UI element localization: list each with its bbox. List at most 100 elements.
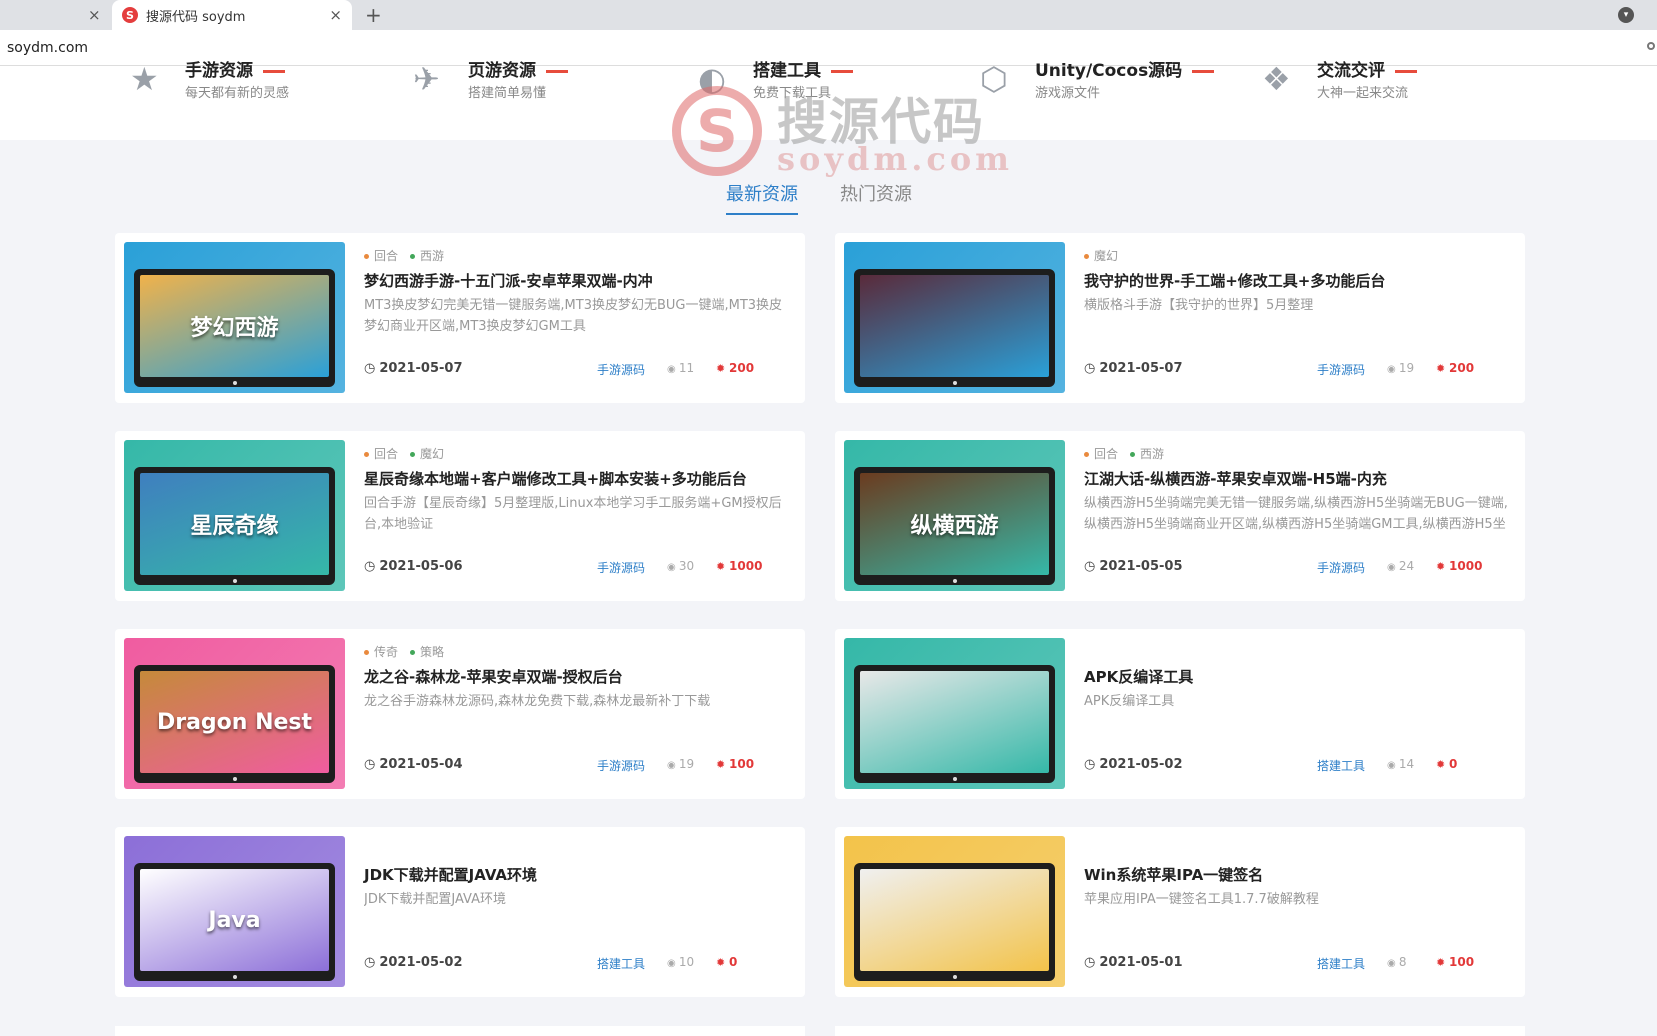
- thumbnail-image: [860, 275, 1049, 377]
- apple-icon: ◐: [698, 60, 726, 98]
- card-tag[interactable]: 回合: [364, 445, 398, 462]
- card-thumbnail[interactable]: [844, 638, 1065, 789]
- card-tags: 魔幻: [1084, 247, 1118, 264]
- card-category[interactable]: 手游源码: [597, 757, 645, 774]
- tablet-frame: 纵横西游: [854, 467, 1055, 585]
- card-views: 14: [1387, 757, 1414, 771]
- thumbnail-image: 梦幻西游: [140, 275, 329, 377]
- category-strip: ★ 手游资源 每天都有新的灵感 ✈ 页游资源 搭建简单易懂 ◐ 搭建工具 免费下…: [0, 60, 1657, 140]
- category-title: 搭建工具: [753, 56, 853, 81]
- card-title[interactable]: APK反编译工具: [1084, 666, 1193, 687]
- card-tag[interactable]: 西游: [1130, 445, 1164, 462]
- card-price: 100: [716, 757, 754, 771]
- home-button-icon: [232, 381, 237, 385]
- card-price: 0: [1436, 757, 1457, 771]
- card-category[interactable]: 搭建工具: [1317, 757, 1365, 774]
- resource-card[interactable]: 纵横西游 回合 西游 江湖大话-纵横西游-苹果安卓双端-H5端-内充 纵横西游H5…: [835, 431, 1525, 601]
- thumbnail-image: [860, 671, 1049, 773]
- card-date: 2021-05-02: [364, 955, 462, 970]
- category-desc: 每天都有新的灵感: [185, 86, 290, 101]
- tab-search-icon[interactable]: ▾: [1618, 7, 1634, 23]
- card-thumbnail[interactable]: [844, 242, 1065, 393]
- card-tag[interactable]: 西游: [410, 247, 444, 264]
- home-button-icon: [952, 579, 957, 583]
- browser-tabbar: × S 搜源代码 soydm × + ▾: [0, 0, 1657, 30]
- thumbnail-image: 星辰奇缘: [140, 473, 329, 575]
- card-category[interactable]: 搭建工具: [597, 955, 645, 972]
- home-button-icon: [232, 975, 237, 979]
- card-description: MT3换皮梦幻完美无错一键服务端,MT3换皮梦幻无BUG一键端,MT3换皮梦幻商…: [364, 298, 783, 334]
- tab-title: 搜源代码 soydm: [146, 9, 246, 25]
- card-title[interactable]: 星辰奇缘本地端+客户端修改工具+脚本安装+多功能后台: [364, 468, 747, 489]
- card-date: 2021-05-06: [364, 559, 462, 574]
- home-button-icon: [952, 975, 957, 979]
- url-text[interactable]: soydm.com: [7, 40, 88, 56]
- card-price: 200: [1436, 361, 1474, 375]
- card-title[interactable]: 江湖大话-纵横西游-苹果安卓双端-H5端-内充: [1084, 468, 1387, 489]
- resource-card-partial: [835, 1026, 1525, 1036]
- card-category[interactable]: 手游源码: [597, 361, 645, 378]
- card-title[interactable]: 龙之谷-森林龙-苹果安卓双端-授权后台: [364, 666, 623, 687]
- home-button-icon: [952, 777, 957, 781]
- thumbnail-image: 纵横西游: [860, 473, 1049, 575]
- category-title: Unity/Cocos源码: [1035, 56, 1214, 81]
- card-price: 200: [716, 361, 754, 375]
- tab-latest-resources[interactable]: 最新资源: [726, 180, 798, 215]
- card-thumbnail[interactable]: Dragon Nest: [124, 638, 345, 789]
- card-category[interactable]: 手游源码: [597, 559, 645, 576]
- card-tag[interactable]: 策略: [410, 643, 444, 660]
- card-thumbnail[interactable]: 梦幻西游: [124, 242, 345, 393]
- new-tab-button[interactable]: +: [365, 3, 382, 27]
- resource-card[interactable]: Dragon Nest 传奇 策略 龙之谷-森林龙-苹果安卓双端-授权后台 龙之谷…: [115, 629, 805, 799]
- card-category[interactable]: 手游源码: [1317, 361, 1365, 378]
- category-title: 页游资源: [468, 56, 568, 81]
- card-date: 2021-05-07: [364, 361, 462, 376]
- card-thumbnail[interactable]: [844, 836, 1065, 987]
- card-price: 1000: [716, 559, 762, 573]
- card-thumbnail[interactable]: 纵横西游: [844, 440, 1065, 591]
- card-thumbnail[interactable]: Java: [124, 836, 345, 987]
- home-button-icon: [952, 381, 957, 385]
- close-tab-icon[interactable]: ×: [329, 6, 342, 24]
- home-button-icon: [232, 579, 237, 583]
- card-category[interactable]: 手游源码: [1317, 559, 1365, 576]
- resource-card[interactable]: 星辰奇缘 回合 魔幻 星辰奇缘本地端+客户端修改工具+脚本安装+多功能后台 回合手…: [115, 431, 805, 601]
- watermark-text-en: soydm.com: [777, 140, 1014, 178]
- card-price: 0: [716, 955, 737, 969]
- tablet-frame: Java: [134, 863, 335, 981]
- card-title[interactable]: 梦幻西游手游-十五门派-安卓苹果双端-内冲: [364, 270, 653, 291]
- unity-icon: ⬡: [980, 60, 1008, 98]
- resource-card[interactable]: APK反编译工具 APK反编译工具 2021-05-02 搭建工具 14 0: [835, 629, 1525, 799]
- card-date: 2021-05-02: [1084, 757, 1182, 772]
- resource-card[interactable]: 魔幻 我守护的世界-手工端+修改工具+多功能后台 横版格斗手游【我守护的世界】5…: [835, 233, 1525, 403]
- card-tag[interactable]: 传奇: [364, 643, 398, 660]
- card-tag[interactable]: 回合: [364, 247, 398, 264]
- card-thumbnail[interactable]: 星辰奇缘: [124, 440, 345, 591]
- resource-card[interactable]: Win系统苹果IPA一键签名 苹果应用IPA一键签名工具1.7.7破解教程 20…: [835, 827, 1525, 997]
- card-title[interactable]: Win系统苹果IPA一键签名: [1084, 864, 1263, 885]
- card-category[interactable]: 搭建工具: [1317, 955, 1365, 972]
- card-tag[interactable]: 魔幻: [1084, 247, 1118, 264]
- tablet-frame: 星辰奇缘: [134, 467, 335, 585]
- card-views: 19: [1387, 361, 1414, 375]
- card-tag[interactable]: 魔幻: [410, 445, 444, 462]
- site-favicon-icon: S: [122, 7, 138, 23]
- tab-hot-resources[interactable]: 热门资源: [840, 180, 912, 206]
- previous-tab-close-icon[interactable]: ×: [88, 6, 101, 24]
- resource-card[interactable]: 梦幻西游 回合 西游 梦幻西游手游-十五门派-安卓苹果双端-内冲 MT3换皮梦幻完…: [115, 233, 805, 403]
- category-title: 手游资源: [185, 56, 285, 81]
- browser-tab-active[interactable]: S 搜源代码 soydm ×: [112, 0, 352, 30]
- card-views: 10: [667, 955, 694, 969]
- card-description: 龙之谷手游森林龙源码,森林龙免费下载,森林龙最新补丁下载: [364, 694, 711, 709]
- card-title[interactable]: 我守护的世界-手工端+修改工具+多功能后台: [1084, 270, 1385, 291]
- card-description: JDK下载并配置JAVA环境: [364, 892, 506, 907]
- thumbnail-image: Dragon Nest: [140, 671, 329, 773]
- card-tags: 回合 魔幻: [364, 445, 444, 462]
- card-title[interactable]: JDK下载并配置JAVA环境: [364, 864, 537, 885]
- star-icon: ★: [130, 60, 159, 98]
- site-info-icon[interactable]: [1647, 42, 1655, 50]
- resource-card-partial: [115, 1026, 805, 1036]
- card-price: 100: [1436, 955, 1474, 969]
- card-tag[interactable]: 回合: [1084, 445, 1118, 462]
- resource-card[interactable]: Java JDK下载并配置JAVA环境 JDK下载并配置JAVA环境 2021-…: [115, 827, 805, 997]
